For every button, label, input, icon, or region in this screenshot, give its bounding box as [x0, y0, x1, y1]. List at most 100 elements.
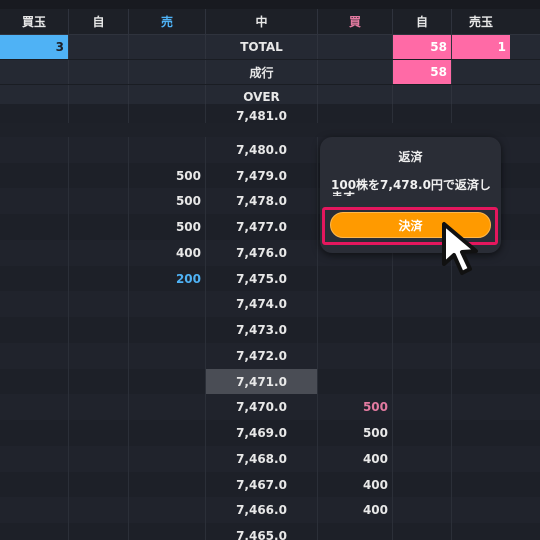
ladder-price: 7,475.0	[206, 265, 318, 292]
table-row: 7,470.0 500	[0, 394, 540, 421]
ladder-ask[interactable]	[129, 420, 206, 446]
total-label: TOTAL	[206, 35, 318, 59]
market-ask[interactable]	[129, 60, 206, 84]
ladder-price: 7,474.0	[206, 291, 318, 318]
ladder-bid[interactable]	[318, 368, 393, 395]
ladder-bid[interactable]	[318, 317, 393, 343]
ladder-ask[interactable]: 500	[129, 162, 206, 189]
ladder-price: 7,479.0	[206, 162, 318, 189]
ladder-self-right	[393, 471, 452, 498]
ladder-ask[interactable]	[129, 291, 206, 318]
table-row: 7,481.0	[0, 104, 540, 123]
ladder-bid[interactable]: 400	[318, 445, 393, 472]
ladder-sell-position	[452, 446, 510, 472]
ladder-bid[interactable]	[318, 523, 393, 540]
ladder-sell-position	[452, 523, 510, 540]
self-left-total	[69, 35, 129, 59]
ladder-self-right	[393, 342, 452, 369]
table-row: 7,473.0	[0, 317, 540, 343]
market-sell-position	[452, 60, 510, 84]
ladder-buy-position	[0, 368, 69, 395]
table-row: 7,467.0 400	[0, 471, 540, 498]
market-self-right[interactable]: 58	[393, 60, 452, 84]
ladder-ask[interactable]	[129, 471, 206, 498]
ladder-bid[interactable]: 400	[318, 497, 393, 524]
ladder-ask[interactable]	[129, 368, 206, 395]
ladder-self-left	[69, 214, 129, 240]
ladder-price: 7,470.0	[206, 394, 318, 421]
market-row: 成行 58	[0, 60, 540, 85]
ladder-price: 7,480.0	[206, 136, 318, 163]
ladder-ask[interactable]	[129, 394, 206, 421]
ladder-ask[interactable]	[129, 317, 206, 343]
buy-position-total[interactable]: 3	[0, 35, 69, 59]
ladder-self-right	[393, 445, 452, 472]
ladder-bid[interactable]	[318, 265, 393, 292]
ladder-buy-position	[0, 523, 69, 540]
dialog-message: 100株を7,478.0円で返済し	[331, 178, 491, 191]
ladder-sell-position	[452, 497, 510, 523]
ladder-price: 7,472.0	[206, 342, 318, 369]
header-sell-position: 売玉	[468, 15, 493, 29]
ladder-self-left	[69, 445, 129, 472]
ladder-ask[interactable]: 400	[129, 239, 206, 266]
ladder-price: 7,477.0	[206, 214, 318, 240]
top-strip	[0, 0, 540, 9]
header-self-right: 自	[393, 9, 452, 34]
ladder-self-right	[393, 420, 452, 446]
bid-total	[318, 35, 393, 59]
ladder-buy-position	[0, 317, 69, 343]
ladder-sell-position	[452, 369, 510, 395]
dialog-message-cont: ます	[331, 190, 499, 196]
ladder-ask[interactable]	[129, 523, 206, 540]
self-right-total[interactable]: 58	[393, 35, 452, 59]
ladder-self-left	[69, 317, 129, 343]
ladder-price: 7,473.0	[206, 317, 318, 343]
ladder-bid[interactable]: 500	[318, 420, 393, 446]
ladder-buy-position	[0, 136, 69, 163]
header-self-left: 自	[69, 9, 129, 34]
ladder-price: 7,468.0	[206, 445, 318, 472]
market-bid[interactable]	[318, 60, 393, 84]
ladder-self-left	[69, 136, 129, 163]
ladder-self-right	[393, 523, 452, 540]
ladder-self-left	[69, 523, 129, 540]
ladder-self-left	[69, 420, 129, 446]
ladder-sell-position	[452, 104, 510, 123]
ladder-bid[interactable]	[318, 342, 393, 369]
ladder-ask[interactable]: 500	[129, 188, 206, 215]
ladder-buy-position	[0, 214, 69, 240]
sell-position-total[interactable]: 1	[452, 35, 510, 59]
ladder-ask[interactable]	[129, 445, 206, 472]
ladder-buy-position	[0, 342, 69, 369]
ladder-self-left	[69, 368, 129, 395]
market-self-left	[69, 60, 129, 84]
ladder-self-left	[69, 342, 129, 369]
header-bid: 買	[318, 9, 393, 34]
ladder-buy-position	[0, 188, 69, 215]
ladder-ask[interactable]	[129, 342, 206, 369]
ladder-sell-position	[452, 420, 510, 446]
ladder-self-left	[69, 497, 129, 524]
ladder-self-left	[69, 291, 129, 318]
ladder-ask[interactable]	[129, 136, 206, 163]
ladder-price: 7,478.0	[206, 188, 318, 215]
ladder-bid[interactable]: 400	[318, 471, 393, 498]
ladder-bid[interactable]: 500	[318, 394, 393, 421]
ladder-bid[interactable]	[318, 291, 393, 318]
header-middle: 中	[206, 9, 318, 34]
ladder-buy-position	[0, 394, 69, 421]
board-header: 買玉 自 売 中 買 自 売玉	[0, 9, 540, 35]
ladder-ask[interactable]	[129, 104, 206, 123]
ladder-self-left	[69, 188, 129, 215]
ladder-self-right	[393, 394, 452, 421]
table-row: 7,468.0 400	[0, 445, 540, 472]
table-row: 7,471.0	[0, 368, 540, 395]
ladder-price: 7,469.0	[206, 420, 318, 446]
ladder-ask[interactable]	[129, 497, 206, 524]
ladder-ask[interactable]: 500	[129, 214, 206, 240]
ladder-bid[interactable]	[318, 104, 393, 123]
ladder-ask[interactable]: 200	[129, 265, 206, 292]
dialog-title: 返済	[398, 150, 423, 164]
ladder-self-left	[69, 394, 129, 421]
